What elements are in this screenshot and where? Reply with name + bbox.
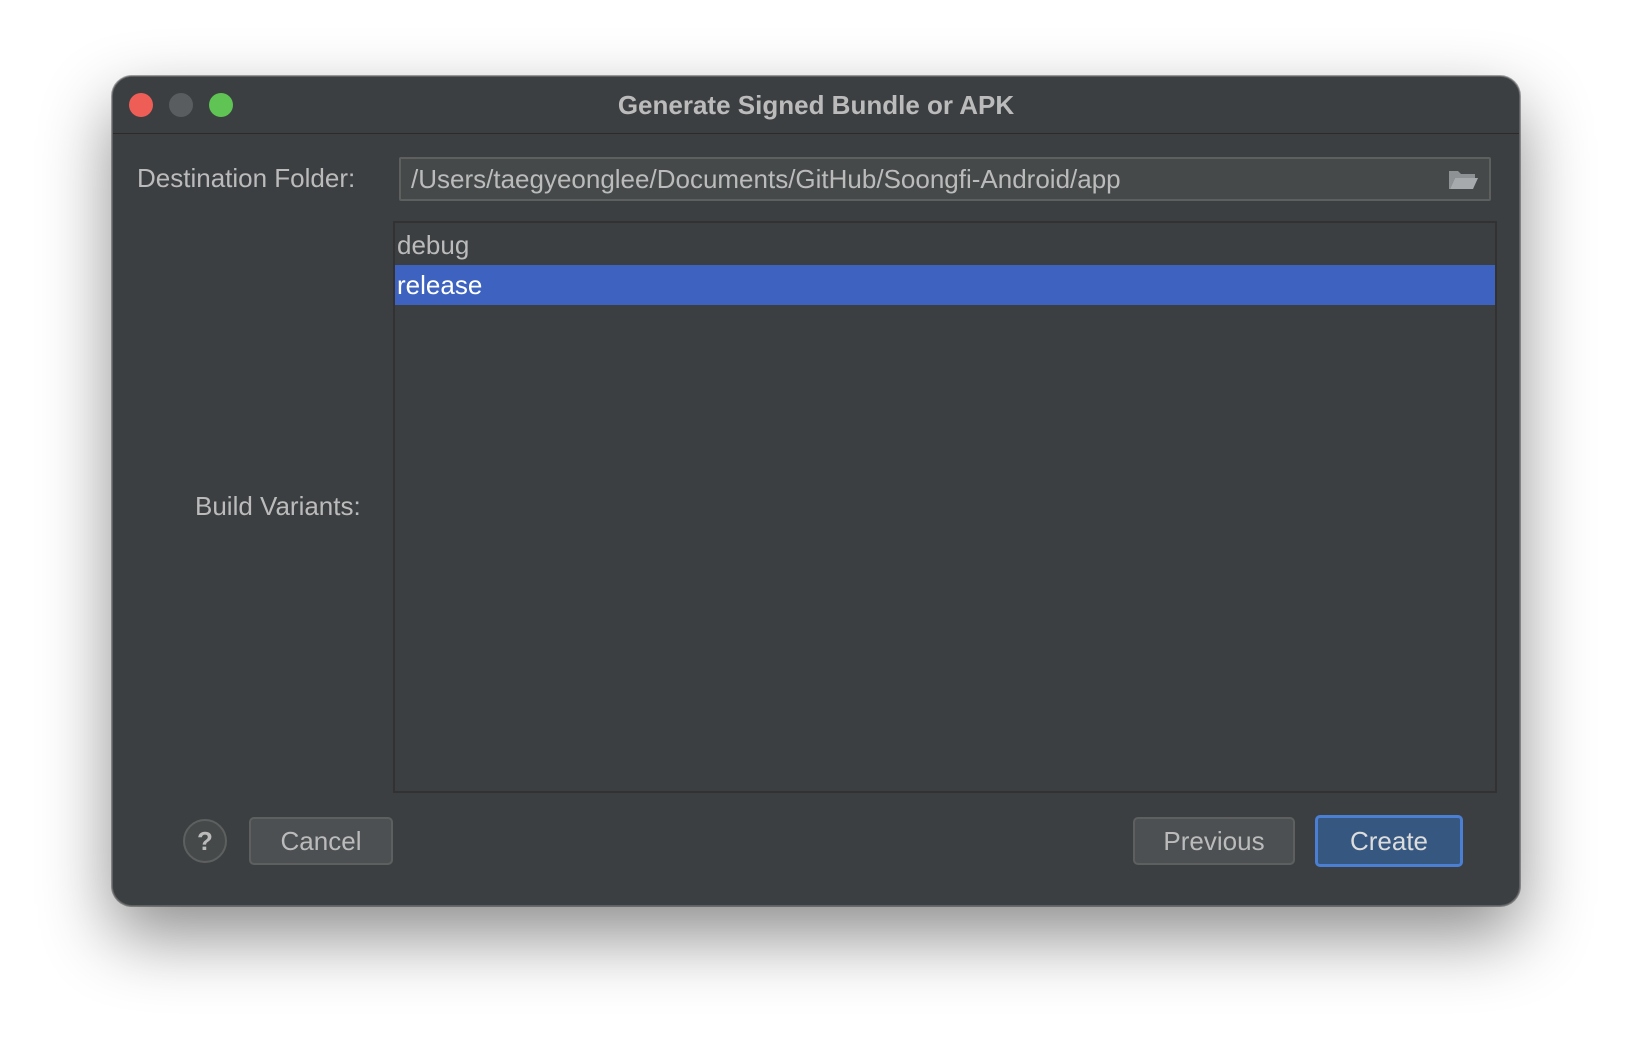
destination-folder-value[interactable]: /Users/taegyeonglee/Documents/GitHub/Soo… [411,159,1121,199]
signed-bundle-dialog: Generate Signed Bundle or APK Destinatio… [112,76,1520,906]
build-variants-list[interactable]: debug release [393,221,1497,793]
create-button[interactable]: Create [1315,815,1463,867]
window-title: Generate Signed Bundle or APK [617,90,1015,120]
variant-item-release[interactable]: release [395,265,1495,305]
cancel-button[interactable]: Cancel [249,817,393,865]
title-bar: Generate Signed Bundle or APK [113,77,1519,134]
help-button[interactable]: ? [183,819,227,863]
build-variants-label: Build Variants: [195,491,361,521]
destination-folder-field[interactable]: /Users/taegyeonglee/Documents/GitHub/Soo… [399,157,1491,201]
destination-folder-label: Destination Folder: [137,163,356,193]
previous-button[interactable]: Previous [1133,817,1295,865]
variant-item-debug[interactable]: debug [395,225,1495,265]
folder-open-icon[interactable] [1447,167,1479,191]
